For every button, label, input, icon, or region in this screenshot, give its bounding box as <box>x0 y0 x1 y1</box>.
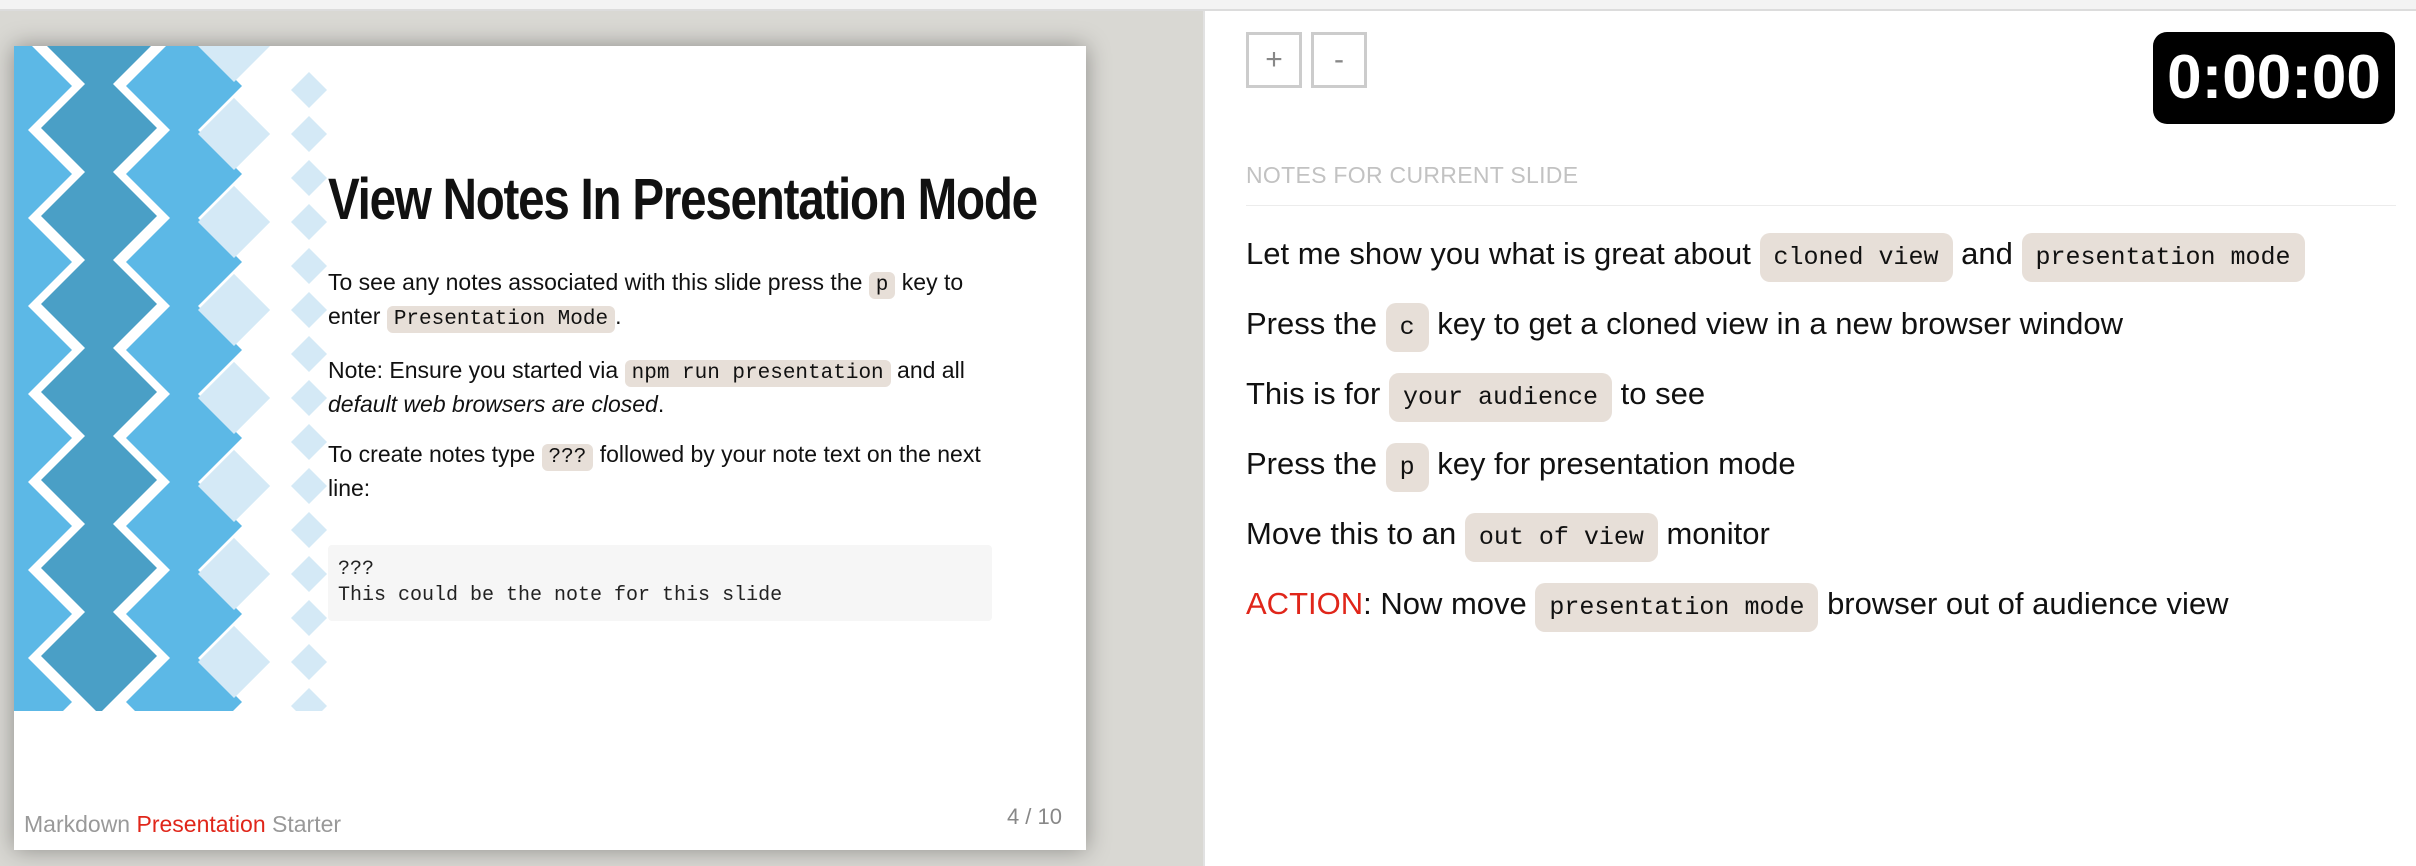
note-line: This is for your audience to see <box>1246 369 2406 439</box>
inline-code: presentation mode <box>2021 233 2305 282</box>
slide-preview-pane: View Notes In Presentation Mode To see a… <box>0 11 1203 866</box>
diamond-shape <box>291 380 327 416</box>
presentation-timer[interactable]: 0:00:00 <box>2153 32 2395 124</box>
inline-code: p <box>868 272 896 299</box>
diamond-shape <box>291 336 327 372</box>
top-strip <box>0 0 2416 11</box>
diamond-shape <box>291 688 327 711</box>
slide-paragraph-3: To create notes type ??? followed by you… <box>328 441 981 501</box>
diamond-shape <box>291 556 327 592</box>
inline-code: out of view <box>1464 513 1658 562</box>
emphasis-text: default web browsers are closed <box>328 391 658 417</box>
zoom-out-button[interactable]: - <box>1311 32 1367 88</box>
slide-content: View Notes In Presentation Mode To see a… <box>328 166 1038 621</box>
code-block: ??? This could be the note for this slid… <box>328 545 992 621</box>
slide-page-number: 4 / 10 <box>1006 804 1062 829</box>
diamond-shape <box>291 160 327 196</box>
diamond-shape <box>291 72 327 108</box>
slide-title: View Notes In Presentation Mode <box>328 167 1038 232</box>
inline-code: npm run presentation <box>624 360 891 387</box>
note-line: ACTION: Now move presentation mode brows… <box>1246 579 2406 649</box>
inline-code: cloned view <box>1759 233 1953 282</box>
diamond-shape <box>291 424 327 460</box>
diamond-shape <box>291 644 327 680</box>
diamond-shape <box>291 116 327 152</box>
inline-code: c <box>1385 303 1429 352</box>
diamond-pattern-decoration <box>14 46 327 711</box>
inline-code: Presentation Mode <box>386 306 616 333</box>
note-line: Press the c key to get a cloned view in … <box>1246 299 2406 369</box>
action-label: ACTION <box>1246 586 1364 621</box>
slide-paragraph-2: Note: Ensure you started via npm run pre… <box>328 357 965 417</box>
slide-footer: Markdown Presentation Starter <box>24 811 342 837</box>
current-slide: View Notes In Presentation Mode To see a… <box>14 46 1086 850</box>
zoom-in-button[interactable]: + <box>1246 32 1302 88</box>
note-line: Let me show you what is great about clon… <box>1246 229 2406 299</box>
notes-pane: + - 0:00:00 NOTES FOR CURRENT SLIDE Let … <box>1203 11 2416 866</box>
inline-code: p <box>1385 443 1429 492</box>
inline-code: your audience <box>1388 373 1613 422</box>
inline-code: presentation mode <box>1535 583 1819 632</box>
divider <box>1246 205 2396 206</box>
note-line: Move this to an out of view monitor <box>1246 509 2406 579</box>
diamond-shape <box>291 468 327 504</box>
diamond-shape <box>291 292 327 328</box>
inline-code: ??? <box>541 444 594 471</box>
note-line: Press the p key for presentation mode <box>1246 439 2406 509</box>
diamond-shape <box>291 512 327 548</box>
diamond-shape <box>291 600 327 636</box>
notes-heading: NOTES FOR CURRENT SLIDE <box>1246 162 1579 188</box>
notes-list: Let me show you what is great about clon… <box>1246 229 2406 649</box>
diamond-shape <box>291 248 327 284</box>
slide-paragraph-1: To see any notes associated with this sl… <box>328 269 964 333</box>
diamond-shape <box>291 204 327 240</box>
